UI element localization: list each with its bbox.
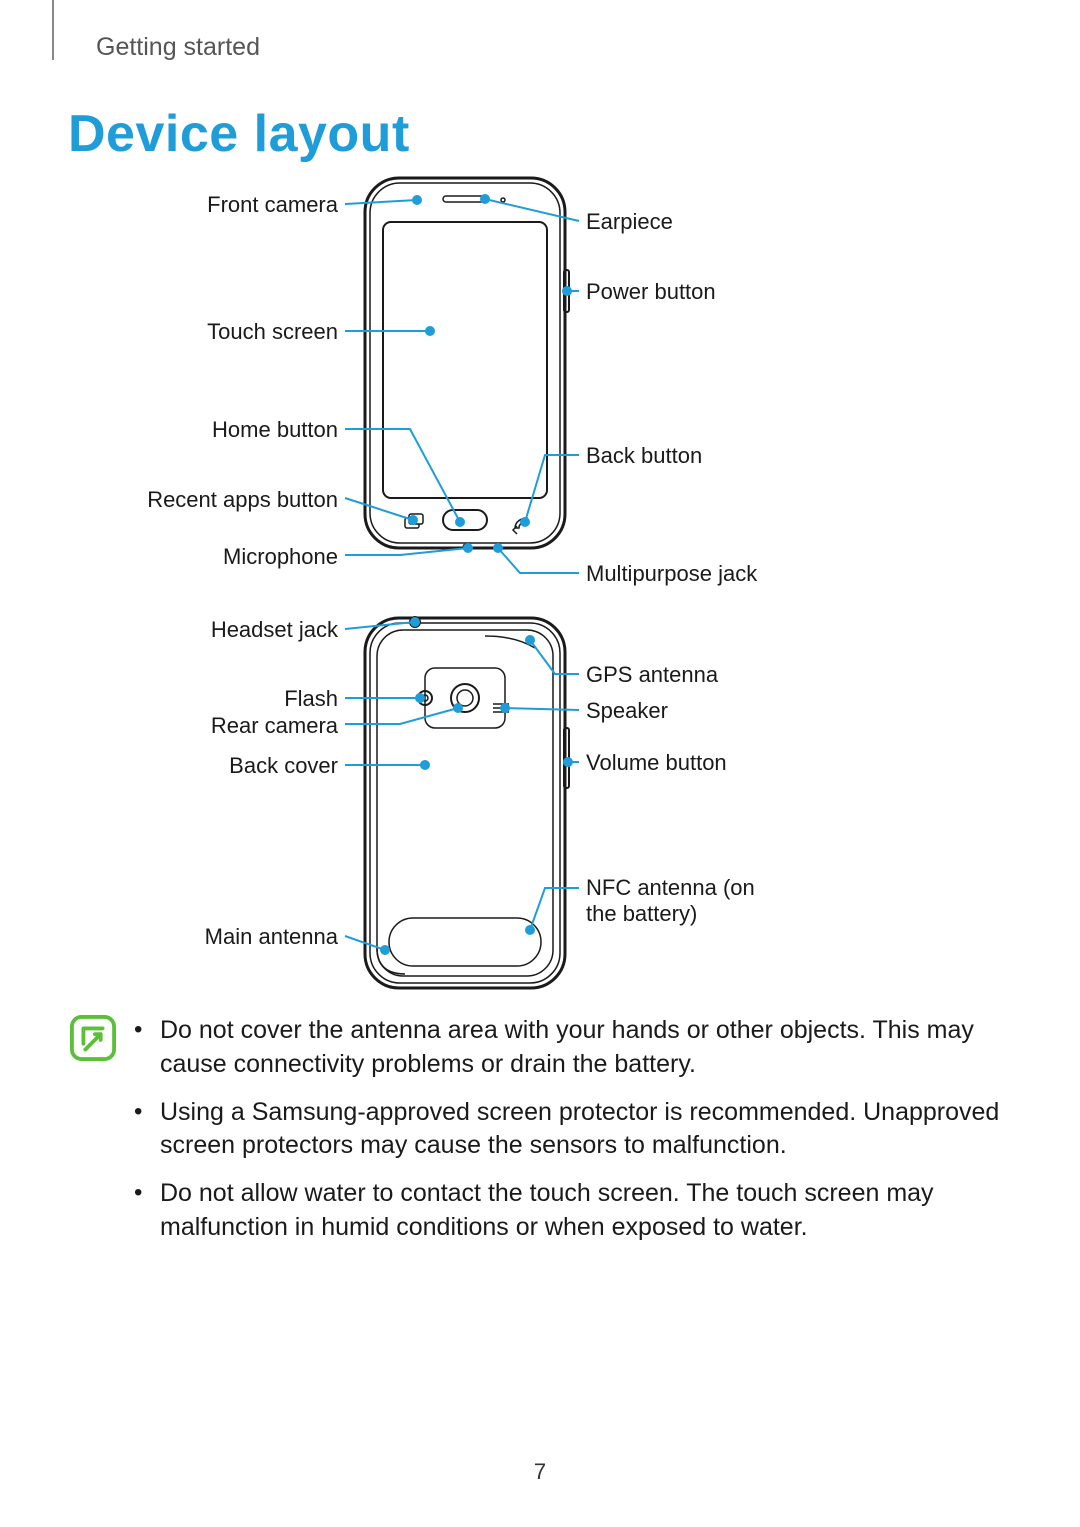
note-item: Do not allow water to contact the touch … xyxy=(134,1177,1008,1245)
note-item: Using a Samsung-approved screen protecto… xyxy=(134,1096,1008,1164)
note-item: Do not cover the antenna area with your … xyxy=(134,1014,1008,1082)
page-number: 7 xyxy=(0,1459,1080,1485)
note-list: Do not cover the antenna area with your … xyxy=(134,1014,1008,1259)
note-icon xyxy=(70,1015,116,1061)
leader-lines xyxy=(0,0,1080,1000)
